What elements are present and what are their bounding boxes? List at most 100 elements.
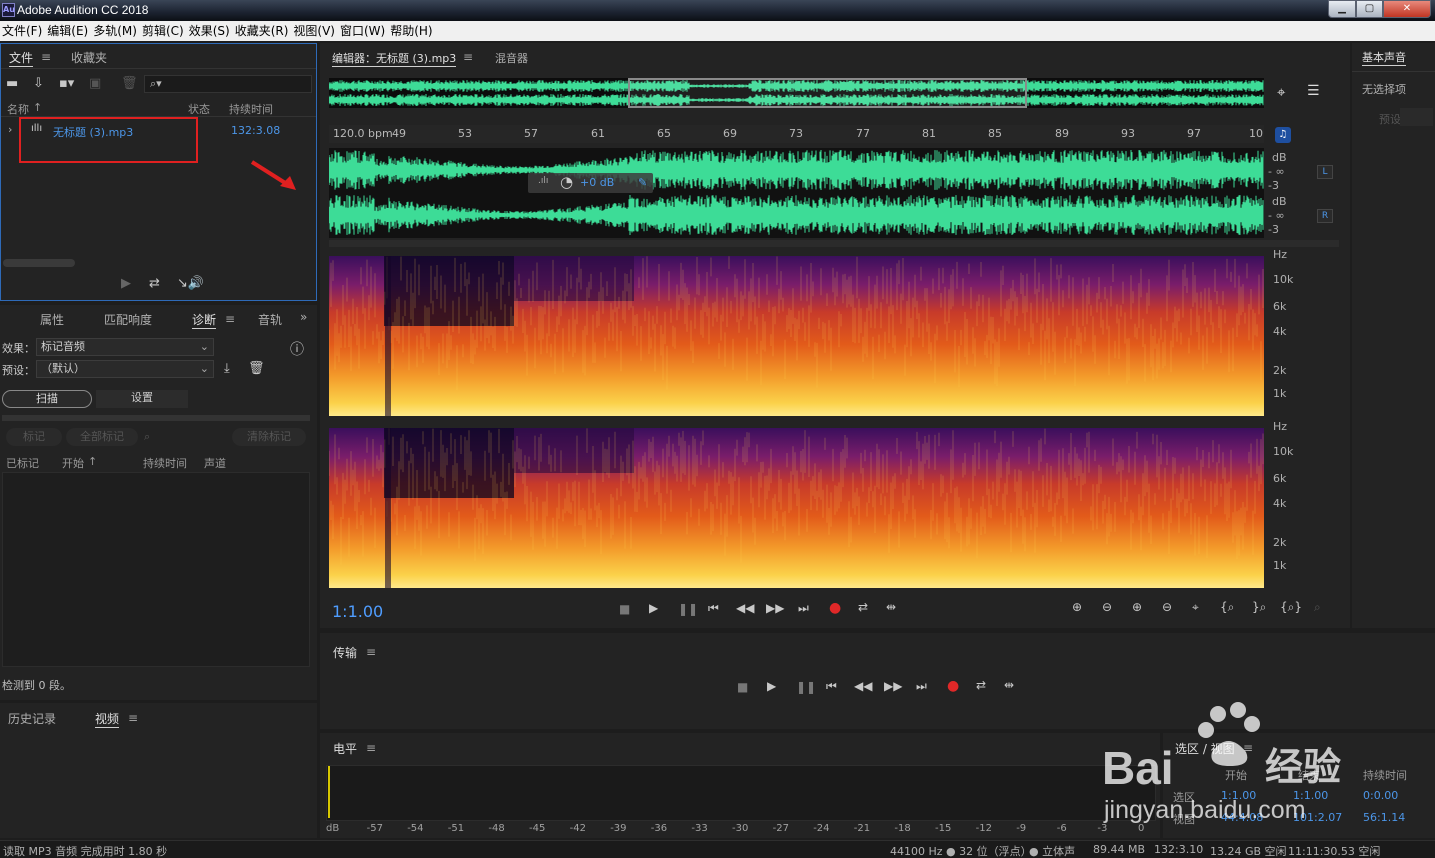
zoom-out-time-icon[interactable]: ⊖: [1162, 600, 1172, 614]
menu-favorites[interactable]: 收藏夹(R): [233, 21, 292, 41]
skip-selection-icon[interactable]: ⇹: [886, 600, 896, 614]
loop-icon[interactable]: ⇄: [976, 678, 986, 692]
fast-forward-icon[interactable]: ▶▶: [884, 679, 902, 693]
menu-help[interactable]: 帮助(H): [388, 21, 435, 41]
settings-button[interactable]: 设置: [96, 390, 188, 408]
tab-properties[interactable]: 属性: [40, 311, 64, 328]
effect-select[interactable]: 标记音频 ⌄: [36, 338, 214, 356]
tab-match-loudness[interactable]: 匹配响度: [104, 311, 152, 328]
skip-forward-icon[interactable]: ⏭: [798, 601, 809, 616]
panel-menu-icon[interactable]: ≡: [41, 50, 51, 64]
autoplay-icon[interactable]: ↘🔊: [177, 276, 204, 291]
time-ruler[interactable]: 120.0 bpm 49 53 57 61 65 69 73 77 81 85 …: [329, 125, 1264, 143]
rewind-icon[interactable]: ◀◀: [854, 679, 872, 693]
skip-back-icon[interactable]: ⏮: [708, 601, 719, 616]
transport-title[interactable]: 传输: [333, 644, 357, 661]
col-start[interactable]: 开始: [62, 455, 84, 471]
col-status[interactable]: 状态: [188, 101, 210, 117]
expand-chevron-icon[interactable]: ›: [8, 123, 12, 136]
zoom-in-right-icon[interactable]: }⌕: [1252, 600, 1266, 615]
col-marked[interactable]: 已标记: [6, 455, 39, 471]
scan-button[interactable]: 扫描: [2, 390, 92, 408]
record-icon[interactable]: ●: [947, 678, 959, 694]
menu-effects[interactable]: 效果(S): [187, 21, 233, 41]
tab-tracks[interactable]: 音轨: [258, 311, 282, 328]
menu-view[interactable]: 视图(V): [291, 21, 338, 41]
zoom-in-time-icon[interactable]: ⊕: [1132, 600, 1142, 614]
search-input[interactable]: ⌕▾: [144, 75, 312, 93]
minimize-button[interactable]: ▁: [1328, 0, 1356, 18]
current-time[interactable]: 1:1.00: [332, 602, 383, 621]
fast-forward-icon[interactable]: ▶▶: [766, 601, 784, 615]
tab-diagnostics[interactable]: 诊断: [192, 311, 217, 329]
zoom-in-amplitude-icon[interactable]: ⊕: [1072, 600, 1082, 614]
col-name[interactable]: 名称: [7, 101, 29, 117]
list-icon[interactable]: ☰: [1307, 83, 1320, 99]
col-duration[interactable]: 持续时间: [229, 101, 273, 117]
play-icon[interactable]: ▶: [649, 601, 658, 615]
col-channel[interactable]: 声道: [204, 455, 226, 471]
splitter[interactable]: [2, 415, 310, 421]
skip-back-icon[interactable]: ⏮: [826, 679, 837, 694]
gain-knob-icon[interactable]: ◔: [560, 173, 573, 191]
tab-files[interactable]: 文件: [9, 49, 34, 67]
spectral-display-left[interactable]: [328, 256, 1264, 416]
zoom-full-icon[interactable]: {⌕}: [1280, 600, 1302, 615]
stop-icon[interactable]: ■: [737, 680, 748, 694]
freq-label: 4k: [1273, 325, 1287, 338]
level-title[interactable]: 电平: [333, 740, 357, 757]
delete-preset-icon[interactable]: 🗑: [248, 361, 265, 376]
record-icon[interactable]: ●: [829, 600, 841, 616]
panel-menu-icon[interactable]: ≡: [366, 741, 376, 755]
save-preset-icon[interactable]: ⤓: [224, 361, 230, 376]
more-tabs-icon[interactable]: »: [300, 310, 307, 324]
tab-editor[interactable]: 编辑器：无标题 (3).mp3: [332, 50, 457, 67]
zoom-out-amplitude-icon[interactable]: ⊖: [1102, 600, 1112, 614]
tab-mixer[interactable]: 混音器: [495, 50, 528, 66]
zoom-in-left-icon[interactable]: {⌕: [1220, 600, 1234, 615]
skip-forward-icon[interactable]: ⏭: [916, 679, 927, 694]
new-file-icon[interactable]: ▪▾: [59, 76, 74, 91]
info-icon[interactable]: ⓘ: [290, 339, 304, 359]
tab-favorites[interactable]: 收藏夹: [71, 49, 107, 66]
panel-menu-icon[interactable]: ≡: [366, 645, 376, 659]
preset-select[interactable]: （默认） ⌄: [36, 360, 214, 378]
close-button[interactable]: ✕: [1383, 0, 1431, 18]
overview-view-range[interactable]: [628, 78, 1027, 108]
zoom-target-icon[interactable]: ⌖: [1277, 83, 1285, 101]
essential-sound-title[interactable]: 基本声音: [1362, 49, 1406, 66]
play-icon[interactable]: ▶: [767, 679, 776, 693]
rewind-icon[interactable]: ◀◀: [736, 601, 754, 615]
menu-file[interactable]: 文件(F): [0, 21, 45, 41]
panel-menu-icon[interactable]: ≡: [128, 711, 138, 725]
loop-icon[interactable]: ⇄: [149, 276, 160, 291]
horizontal-scrollbar[interactable]: [3, 259, 75, 267]
tab-history[interactable]: 历史记录: [8, 710, 56, 727]
menu-clip[interactable]: 剪辑(C): [140, 21, 187, 41]
waveform-display[interactable]: [329, 148, 1264, 238]
channel-r-toggle[interactable]: R: [1317, 209, 1333, 223]
pin-icon[interactable]: ✎: [638, 176, 647, 189]
zoom-selection-icon[interactable]: ⌖: [1192, 600, 1199, 615]
play-icon[interactable]: ▶: [121, 276, 131, 291]
open-folder-icon[interactable]: ▬: [6, 76, 18, 91]
menu-window[interactable]: 窗口(W): [338, 21, 388, 41]
menu-multitrack[interactable]: 多轨(M): [91, 21, 140, 41]
menu-edit[interactable]: 编辑(E): [45, 21, 91, 41]
stop-icon[interactable]: ■: [619, 602, 630, 616]
skip-selection-icon[interactable]: ⇹: [1004, 678, 1014, 692]
col-duration[interactable]: 持续时间: [143, 455, 187, 471]
pause-icon[interactable]: ❚❚: [796, 680, 816, 694]
loop-icon[interactable]: ⇄: [858, 600, 868, 614]
hud-gain-control[interactable]: .ılı ◔ +0 dB ✎: [528, 173, 653, 193]
headphones-icon[interactable]: ♫: [1275, 127, 1291, 143]
panel-menu-icon[interactable]: ≡: [225, 312, 235, 326]
splitter[interactable]: [329, 240, 1339, 247]
import-icon[interactable]: ⇩: [33, 76, 44, 91]
spectral-display-right[interactable]: [328, 428, 1264, 588]
channel-l-toggle[interactable]: L: [1317, 165, 1333, 179]
maximize-button[interactable]: ▢: [1356, 0, 1383, 18]
pause-icon[interactable]: ❚❚: [678, 602, 698, 616]
panel-menu-icon[interactable]: ≡: [463, 50, 473, 64]
tab-video[interactable]: 视频: [95, 710, 120, 728]
